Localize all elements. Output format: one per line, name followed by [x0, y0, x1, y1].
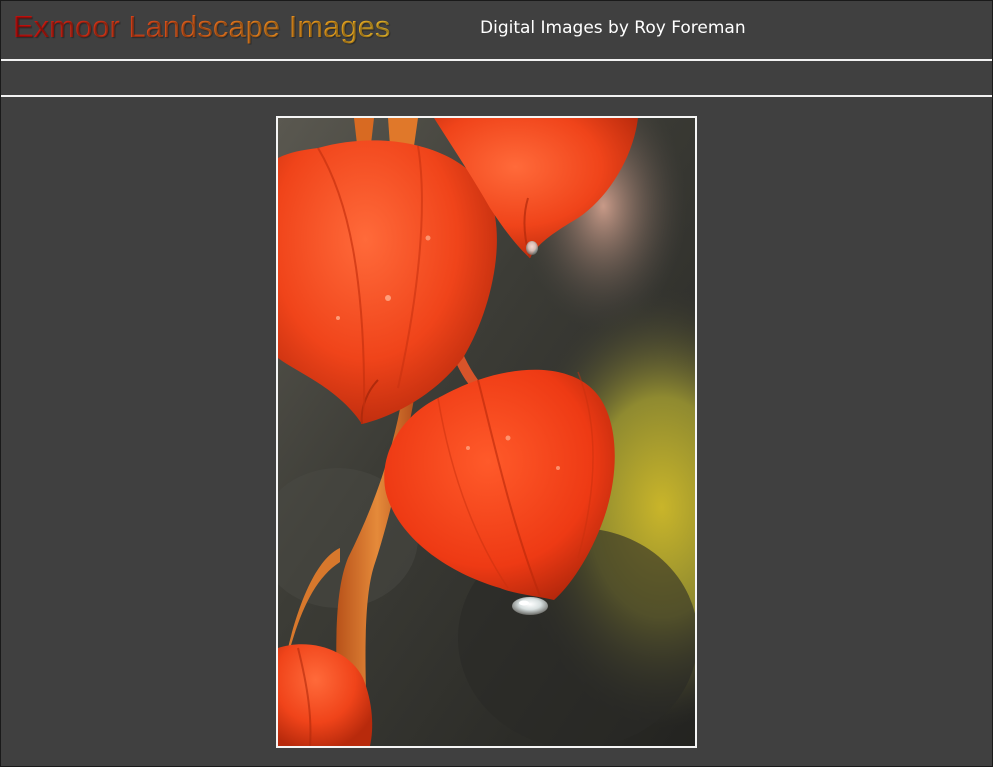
page: Exmoor Landscape Images Digital Images b…: [0, 0, 993, 767]
photo-frame[interactable]: [276, 116, 697, 748]
site-subtitle: Digital Images by Roy Foreman: [480, 18, 746, 38]
header-divider-bottom: [1, 95, 992, 97]
nav-bar: [1, 61, 992, 95]
site-header: Exmoor Landscape Images Digital Images b…: [1, 1, 992, 59]
chinese-lantern-photo: [278, 118, 695, 746]
site-title[interactable]: Exmoor Landscape Images: [13, 9, 390, 45]
